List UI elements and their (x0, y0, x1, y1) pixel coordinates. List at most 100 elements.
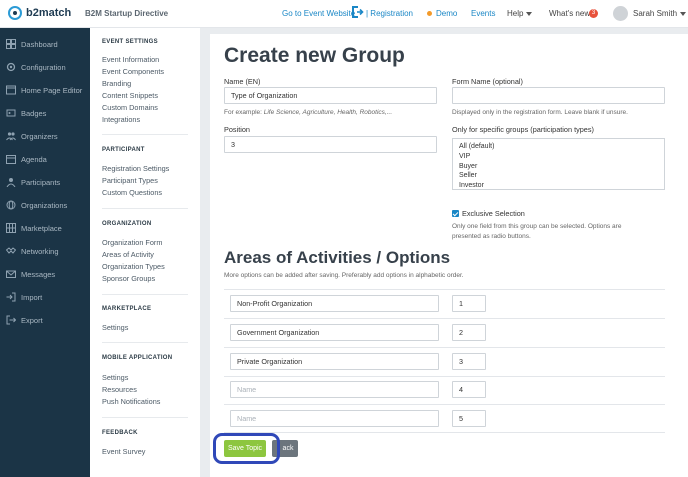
sidebar-item-agenda[interactable]: Agenda (0, 149, 90, 169)
dashboard-icon (6, 39, 16, 49)
name-label: Name (EN) (224, 77, 261, 86)
subnav-item-marketplace-settings[interactable]: Settings (102, 323, 128, 332)
badge-icon (6, 109, 16, 117)
sidebar-item-organizers[interactable]: Organizers (0, 126, 90, 146)
section-title-marketplace: MARKETPLACE (102, 306, 152, 312)
groups-option[interactable]: VIP (459, 152, 658, 162)
go-to-event-link[interactable]: Go to Event Website (282, 9, 355, 18)
subnav-item-custom-questions[interactable]: Custom Questions (102, 188, 162, 197)
demo-link[interactable]: Demo (436, 9, 457, 18)
exclusive-selection-checkbox[interactable] (452, 210, 459, 217)
subnav-item-event-information[interactable]: Event Information (102, 55, 159, 64)
subnav-item-branding[interactable]: Branding (102, 79, 131, 88)
sidebar-item-label: Marketplace (21, 223, 62, 233)
options-hint: More options can be added after saving. … (224, 272, 464, 279)
sidebar-item-label: Organizations (21, 200, 68, 210)
settings-icon (6, 62, 16, 72)
subnav-item-registration-settings[interactable]: Registration Settings (102, 164, 169, 173)
row-divider (224, 347, 665, 348)
subnav-item-integrations[interactable]: Integrations (102, 115, 140, 124)
divider (102, 417, 188, 418)
name-hint-prefix: For example: (224, 109, 264, 116)
calendar-icon (6, 155, 16, 164)
option-position-input[interactable]: 3 (452, 353, 486, 370)
sidebar-item-dashboard[interactable]: Dashboard (0, 34, 90, 54)
subnav-item-custom-domains[interactable]: Custom Domains (102, 103, 158, 112)
groups-option[interactable]: Seller (459, 171, 658, 181)
section-title-mobile-application: MOBILE APPLICATION (102, 355, 173, 361)
sidebar-item-label: Networking (21, 246, 59, 256)
option-name-input[interactable]: Name (230, 410, 439, 427)
user-menu[interactable]: Sarah Smith (633, 9, 687, 18)
section-title-event-settings: EVENT SETTINGS (102, 39, 158, 45)
highlight-ring (213, 433, 280, 464)
sidebar-item-networking[interactable]: Networking (0, 241, 90, 261)
option-name-input[interactable]: Name (230, 381, 439, 398)
subnav-item-content-snippets[interactable]: Content Snippets (102, 91, 158, 100)
subnav-item-mobile-settings[interactable]: Settings (102, 373, 128, 382)
subnav-item-resources[interactable]: Resources (102, 385, 137, 394)
section-title-participant: PARTICIPANT (102, 147, 145, 153)
option-name-input[interactable]: Non-Profit Organization (230, 295, 439, 312)
registration-link[interactable]: | Registration (366, 9, 413, 18)
groups-option[interactable]: All (default) (459, 142, 658, 152)
groups-option[interactable]: Buyer (459, 162, 658, 172)
subnav-item-sponsor-groups[interactable]: Sponsor Groups (102, 274, 155, 283)
events-link[interactable]: Events (471, 9, 495, 18)
sidebar-item-export[interactable]: Export (0, 310, 90, 330)
whats-new-link[interactable]: What's new (549, 9, 590, 18)
subnav-item-areas-of-activity[interactable]: Areas of Activity (102, 250, 154, 259)
import-icon (6, 292, 16, 302)
subnav-item-organization-form[interactable]: Organization Form (102, 238, 162, 247)
form-name-hint: Displayed only in the registration form.… (452, 109, 628, 116)
subnav-item-push-notifications[interactable]: Push Notifications (102, 397, 160, 406)
position-label: Position (224, 125, 250, 134)
sidebar-item-organizations[interactable]: Organizations (0, 195, 90, 215)
name-hint: For example: Life Science, Agriculture, … (224, 109, 392, 116)
divider (102, 294, 188, 295)
option-position-input[interactable]: 5 (452, 410, 486, 427)
grid-icon (6, 223, 16, 233)
settings-subnav: EVENT SETTINGS Event Information Event C… (90, 28, 200, 477)
name-input[interactable]: Type of Organization (224, 87, 437, 104)
help-label: Help (507, 9, 524, 18)
logo-text: b2match (26, 7, 72, 19)
sidebar-item-label: Participants (21, 177, 61, 187)
sidebar-item-label: Messages (21, 269, 56, 279)
sidebar-item-label: Agenda (21, 154, 47, 164)
sidebar-item-import[interactable]: Import (0, 287, 90, 307)
main-content: Create new Group Name (EN) Type of Organ… (210, 34, 688, 477)
export-icon (6, 315, 16, 325)
subnav-item-event-survey[interactable]: Event Survey (102, 447, 145, 456)
subnav-item-organization-types[interactable]: Organization Types (102, 262, 165, 271)
subnav-item-participant-types[interactable]: Participant Types (102, 176, 158, 185)
options-title: Areas of Activities / Options (224, 248, 451, 267)
help-menu[interactable]: Help (507, 9, 533, 18)
avatar[interactable] (613, 6, 628, 21)
chevron-down-icon (680, 11, 687, 16)
position-input[interactable]: 3 (224, 136, 437, 153)
option-name-input[interactable]: Government Organization (230, 324, 439, 341)
external-link-icon[interactable] (351, 5, 364, 19)
sidebar-item-messages[interactable]: Messages (0, 264, 90, 284)
option-name-input[interactable]: Private Organization (230, 353, 439, 370)
option-position-input[interactable]: 4 (452, 381, 486, 398)
option-position-input[interactable]: 2 (452, 324, 486, 341)
sidebar-item-participants[interactable]: Participants (0, 172, 90, 192)
globe-icon (6, 200, 16, 210)
demo-status-dot (427, 11, 432, 16)
users-icon (6, 178, 16, 187)
option-position-input[interactable]: 1 (452, 295, 486, 312)
form-name-input[interactable] (452, 87, 665, 104)
top-header: b2match B2M Startup Directive Go to Even… (0, 0, 688, 28)
logo[interactable]: b2match (8, 6, 71, 20)
section-title-organization: ORGANIZATION (102, 221, 152, 227)
sidebar-item-home-page-editor[interactable]: Home Page Editor (0, 80, 90, 100)
groups-multiselect[interactable]: All (default) VIP Buyer Seller Investor (452, 138, 665, 190)
subnav-item-event-components[interactable]: Event Components (102, 67, 164, 76)
groups-option[interactable]: Investor (459, 181, 658, 189)
sidebar-item-configuration[interactable]: Configuration (0, 57, 90, 77)
sidebar-item-badges[interactable]: Badges (0, 103, 90, 123)
row-divider (224, 318, 665, 319)
sidebar-item-marketplace[interactable]: Marketplace (0, 218, 90, 238)
